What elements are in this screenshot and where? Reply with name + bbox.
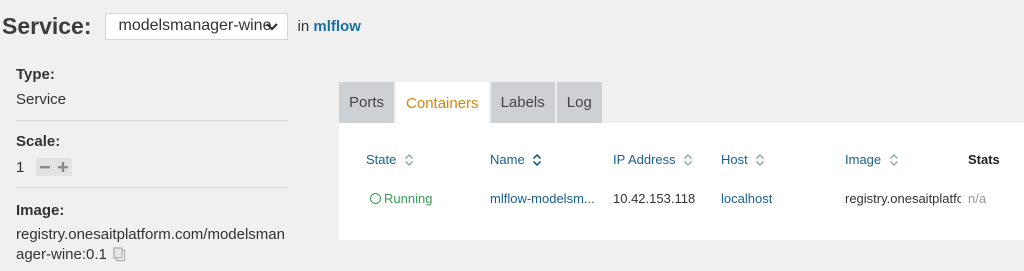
column-header-name[interactable]: Name [490,152,542,169]
type-label: Type: [16,66,55,83]
tab-label: Log [566,94,592,111]
tab-log[interactable]: Log [556,82,602,123]
container-name-link[interactable]: mlflow-modelsm... [490,191,598,206]
column-header-label: Image [845,152,882,167]
chevron-down-icon [265,19,279,38]
column-header-label: Host [721,152,748,167]
service-label: Service: [2,12,92,39]
tab-label: Containers [406,94,479,112]
scale-value: 1 [16,158,25,176]
stats-cell: n/a [968,191,987,206]
plus-icon[interactable] [54,158,72,176]
column-header-image[interactable]: Image [845,152,899,169]
tab-labels[interactable]: Labels [490,82,555,123]
image-label: Image: [16,202,65,219]
tab-label: Labels [500,94,545,111]
tab-bar: Ports Containers Labels Log [339,82,604,124]
column-header-label: IP Address [613,152,676,167]
state-cell: Running [370,191,432,206]
divider [16,187,288,188]
scale-stepper [36,158,73,176]
tab-label: Ports [349,94,385,111]
service-dropdown[interactable]: modelsmanager-wine [104,12,288,40]
tab-ports[interactable]: Ports [339,82,395,123]
image-value-text: registry.onesaitplatform.com/modelsmanag… [16,226,285,263]
sort-icon [889,154,899,169]
column-header-label: Name [490,152,525,167]
column-header-ip[interactable]: IP Address [613,152,693,169]
copy-icon[interactable] [113,247,127,268]
sort-icon [532,153,542,169]
host-link[interactable]: localhost [721,191,772,206]
sort-icon [755,154,765,169]
column-header-host[interactable]: Host [721,152,765,169]
sort-icon [683,154,693,169]
page-header: Service: modelsmanager-wine in mlflow [0,10,361,42]
scale-label: Scale: [16,133,61,150]
sort-icon [404,154,414,169]
image-section: Image: registry.onesaitplatform.com/mode… [16,202,288,268]
column-header-stats: Stats [968,152,1000,167]
column-header-state[interactable]: State [366,152,414,169]
ip-address-cell: 10.42.153.118 [613,191,696,206]
state-text: Running [384,191,433,206]
namespace-text: in mlflow [298,18,361,35]
column-header-label: State [366,152,397,167]
scale-section: Scale: 1 [16,133,288,176]
tab-containers[interactable]: Containers [396,82,489,124]
type-section: Type: Service [16,66,288,108]
containers-panel: State Name IP Address Host Image Stats R… [339,123,1024,240]
divider [16,120,288,121]
in-label: in [297,17,310,35]
type-value: Service [16,91,67,108]
column-header-label: Stats [968,152,1000,167]
namespace-link[interactable]: mlflow [313,18,361,35]
service-dropdown-value: modelsmanager-wine [118,17,272,34]
image-cell: registry.onesaitplatfo [845,191,961,206]
image-value: registry.onesaitplatform.com/modelsmanag… [16,225,288,268]
minus-icon[interactable] [36,158,54,176]
state-circle-icon [370,193,381,204]
